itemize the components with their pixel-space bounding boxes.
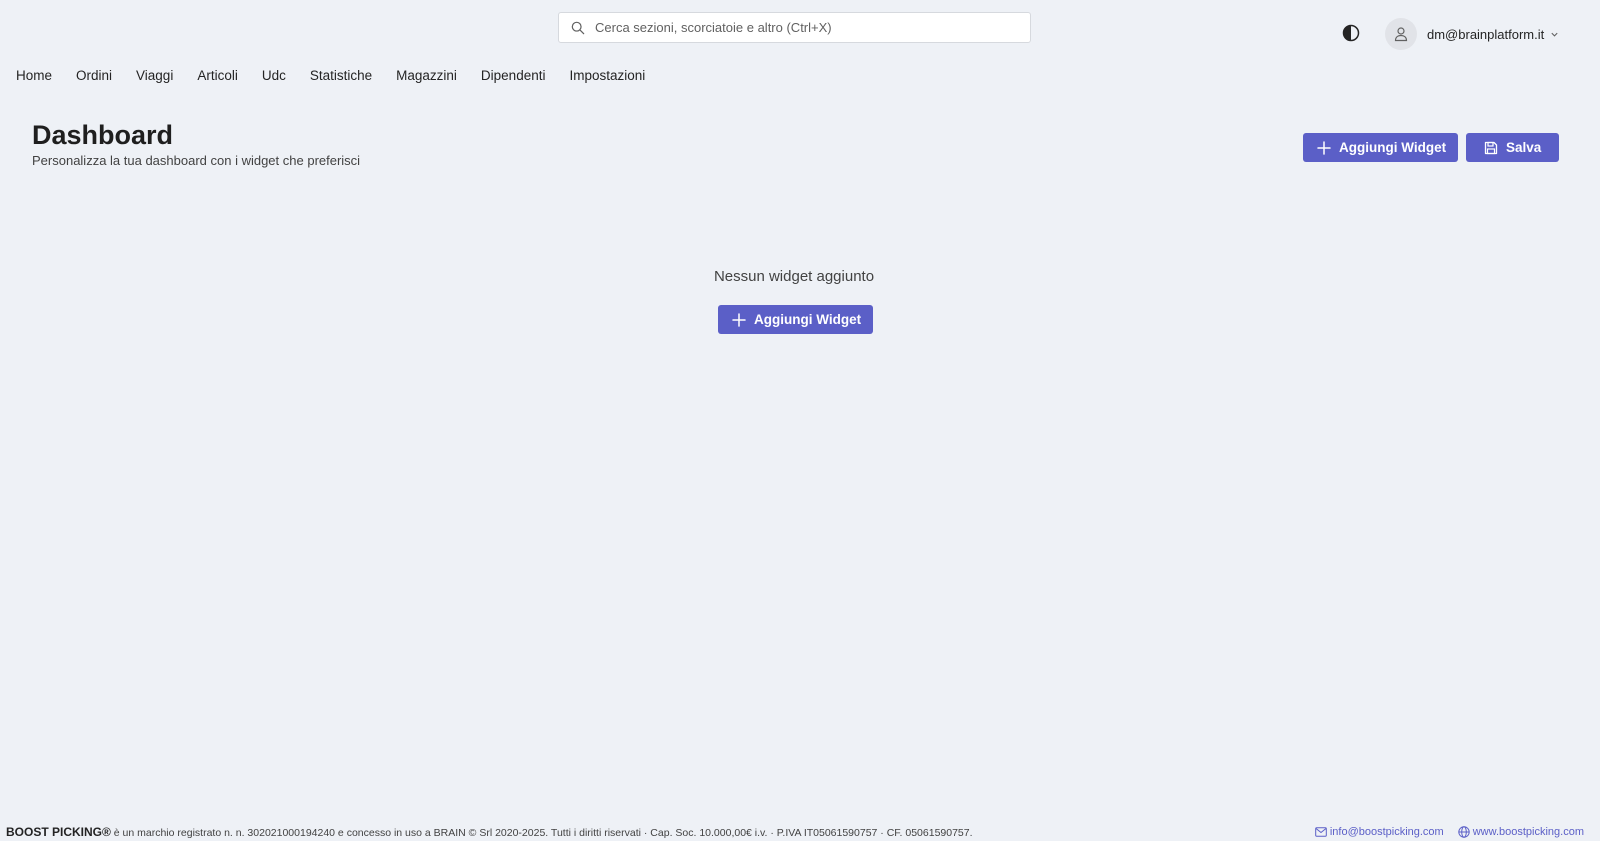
empty-state-add-widget-button[interactable]: Aggiungi Widget — [718, 305, 874, 334]
footer: BOOST PICKING® è un marchio registrato n… — [0, 823, 1600, 841]
add-widget-button[interactable]: Aggiungi Widget — [1303, 133, 1459, 162]
footer-brand: BOOST PICKING® — [6, 825, 111, 839]
nav-item-articoli[interactable]: Articoli — [197, 66, 238, 85]
plus-icon — [732, 312, 746, 327]
footer-email: info@boostpicking.com — [1329, 826, 1444, 838]
empty-state-add-widget-label: Aggiungi Widget — [754, 312, 862, 327]
nav-item-magazzini[interactable]: Magazzini — [396, 66, 457, 85]
dashboard-page: dm@brainplatform.it Home Ordini Viaggi A… — [0, 0, 1600, 841]
user-menu[interactable]: dm@brainplatform.it — [1385, 18, 1559, 50]
save-button[interactable]: Salva — [1466, 133, 1560, 162]
person-icon — [1394, 27, 1408, 42]
nav-item-ordini[interactable]: Ordini — [76, 66, 112, 85]
nav-item-udc[interactable]: Udc — [262, 66, 286, 85]
floppy-disk-icon — [1484, 141, 1498, 155]
add-widget-label: Aggiungi Widget — [1339, 140, 1447, 155]
footer-links: info@boostpicking.com www.boostpicking.c… — [1315, 826, 1584, 838]
avatar — [1385, 18, 1417, 50]
chevron-down-icon — [1550, 30, 1559, 39]
footer-legal: BOOST PICKING® è un marchio registrato n… — [6, 825, 973, 839]
theme-toggle-button[interactable] — [1341, 23, 1361, 43]
mail-icon — [1315, 827, 1327, 837]
main-nav: Home Ordini Viaggi Articoli Udc Statisti… — [16, 66, 669, 85]
nav-item-statistiche[interactable]: Statistiche — [310, 66, 372, 85]
empty-state-message: Nessun widget aggiunto — [713, 268, 875, 285]
nav-item-home[interactable]: Home — [16, 66, 52, 85]
search-icon — [571, 21, 585, 34]
nav-item-impostazioni[interactable]: Impostazioni — [569, 66, 645, 85]
globe-icon — [1458, 826, 1470, 838]
contrast-icon — [1342, 24, 1360, 42]
search-box[interactable] — [558, 12, 1031, 43]
page-subtitle: Personalizza la tua dashboard con i widg… — [32, 153, 361, 168]
search-input[interactable] — [595, 20, 1015, 35]
nav-item-viaggi[interactable]: Viaggi — [136, 66, 173, 85]
footer-website-link[interactable]: www.boostpicking.com — [1458, 826, 1584, 838]
footer-email-link[interactable]: info@boostpicking.com — [1315, 826, 1444, 838]
save-label: Salva — [1506, 140, 1542, 155]
user-email: dm@brainplatform.it — [1427, 26, 1545, 42]
nav-item-dipendenti[interactable]: Dipendenti — [481, 66, 546, 85]
footer-website: www.boostpicking.com — [1472, 826, 1584, 838]
footer-legal-text: è un marchio registrato n. n. 3020210001… — [110, 827, 973, 839]
page-title: Dashboard — [32, 120, 174, 150]
plus-icon — [1317, 140, 1331, 155]
